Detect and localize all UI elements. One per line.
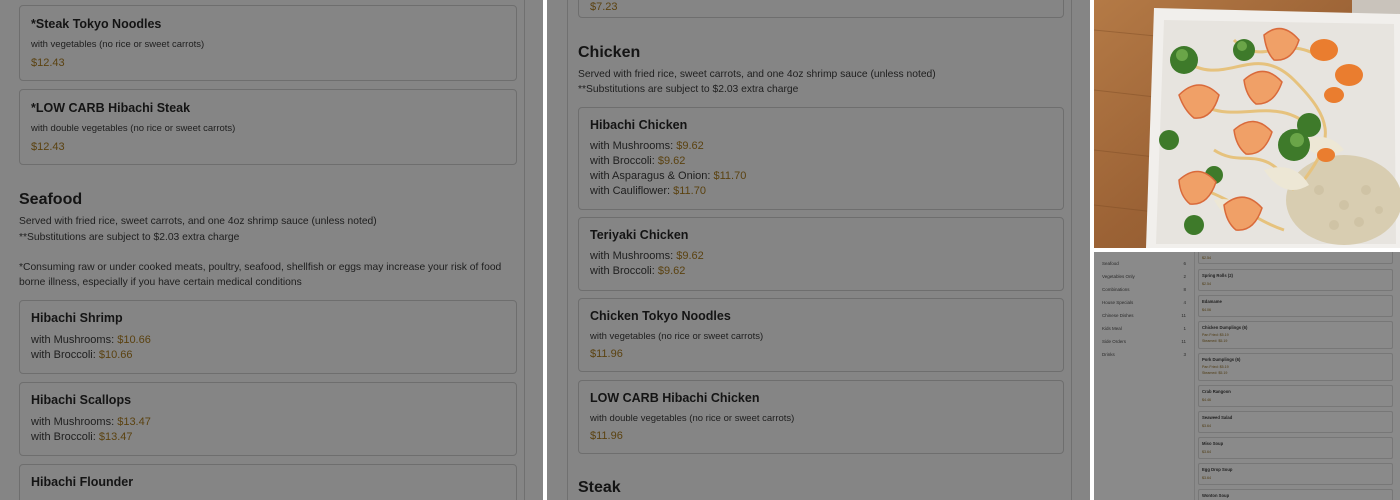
item-price: $12.43 [31, 57, 65, 69]
thumb-item-price: $2.54 [1202, 256, 1211, 260]
section-note: Served with fried rice, sweet carrots, a… [19, 216, 377, 227]
thumb-menu-card[interactable]: Spring Rolls (2) $2.54 [1198, 269, 1393, 291]
panel-divider [567, 0, 568, 500]
item-title: Hibachi Chicken [590, 118, 688, 132]
menu-panel-left: *Steak Tokyo Noodles with vegetables (no… [0, 0, 543, 500]
sidebar-item-vegetables-only[interactable]: Vegetables Only 2 [1102, 274, 1186, 279]
item-option: with Mushrooms: $10.66 [31, 334, 151, 346]
thumb-item-price: $3.64 [1202, 424, 1211, 428]
thumb-item-price: $4.06 [1202, 308, 1211, 312]
thumb-item-title: Wonton Soup [1202, 493, 1230, 498]
item-description: with vegetables (no rice or sweet carrot… [31, 39, 205, 50]
sidebar-item-kids-meal[interactable]: Kids Meal 1 [1102, 326, 1186, 331]
item-description: with double vegetables (no rice or sweet… [31, 123, 236, 134]
hibachi-shrimp-photo [1094, 0, 1400, 248]
menu-item-card[interactable]: *Steak Tokyo Noodles with vegetables (no… [19, 5, 517, 81]
thumb-item-option: Steamed: $5.19 [1202, 339, 1228, 343]
menu-item-card[interactable]: LOW CARB Hibachi Chicken with double veg… [578, 380, 1064, 454]
item-price: $7.23 [590, 1, 618, 13]
thumb-item-title: Crab Rangoon [1202, 389, 1231, 394]
item-option: with Broccoli: $10.66 [31, 349, 133, 361]
sidebar-item-seafood[interactable]: Seafood 6 [1102, 261, 1186, 266]
item-option: with Mushrooms: $9.62 [590, 140, 704, 152]
thumb-item-title: Chicken Dumplings (6) [1202, 325, 1248, 330]
item-option: with Mushrooms: $9.62 [590, 250, 704, 262]
thumb-item-price: $3.64 [1202, 450, 1211, 454]
section-heading-seafood: Seafood [19, 191, 83, 208]
thumb-menu-card[interactable]: Chicken Dumplings (6) Pan Fried: $5.19 S… [1198, 321, 1393, 349]
thumb-item-title: Edamame [1202, 299, 1222, 304]
thumb-item-option: Steamed: $5.19 [1202, 371, 1228, 375]
item-price: $11.96 [590, 430, 623, 442]
thumb-item-title: Seaweed Salad [1202, 415, 1233, 420]
menu-item-card[interactable]: Hibachi Scallops with Mushrooms: $13.47 … [19, 382, 517, 456]
item-option: with Broccoli: $9.62 [590, 155, 686, 167]
section-heading-chicken: Chicken [578, 44, 641, 61]
item-option: with Broccoli: $9.62 [590, 265, 686, 277]
thumb-menu-card[interactable]: Miso Soup $3.64 [1198, 437, 1393, 459]
thumb-menu-card[interactable]: Crab Rangoon $4.46 [1198, 385, 1393, 407]
section-note: Served with fried rice, sweet carrots, a… [578, 69, 936, 80]
sidebar-divider [1194, 252, 1195, 500]
thumb-item-price: $2.54 [1202, 282, 1211, 286]
sidebar-item-side-orders[interactable]: Side Orders 11 [1102, 339, 1186, 344]
sidebar-item-drinks[interactable]: Drinks 3 [1102, 352, 1186, 357]
item-option: with Asparagus & Onion: $11.70 [590, 170, 747, 182]
menu-item-card[interactable]: Chicken Tokyo Noodles with vegetables (n… [578, 298, 1064, 372]
section-note: **Substitutions are subject to $2.03 ext… [578, 84, 799, 95]
menu-panel-middle: $7.23 Chicken Served with fried rice, sw… [547, 0, 1090, 500]
thumb-menu-card[interactable]: $2.54 [1198, 252, 1393, 264]
menu-item-card[interactable]: Hibachi Chicken with Mushrooms: $9.62 wi… [578, 107, 1064, 210]
thumb-menu-card[interactable]: Egg Drop Soup $3.64 [1198, 463, 1393, 485]
section-note: **Substitutions are subject to $2.03 ext… [19, 232, 240, 243]
thumb-item-title: Spring Rolls (2) [1202, 273, 1233, 278]
item-option: with Cauliflower: $11.70 [590, 185, 706, 197]
thumb-item-option: Pan Fried: $5.19 [1202, 333, 1229, 337]
menu-item-card[interactable]: Hibachi Shrimp with Mushrooms: $10.66 wi… [19, 300, 517, 374]
menu-thumbnail-panel: Seafood 6 Vegetables Only 2 Combinations 8 … [1094, 252, 1400, 500]
thumb-menu-card[interactable]: Pork Dumplings (6) Pan Fried: $5.19 Stea… [1198, 353, 1393, 381]
sidebar-item-chinese-dishes[interactable]: Chinese Dishes 11 [1102, 313, 1186, 318]
thumb-item-price: $4.46 [1202, 398, 1211, 402]
item-price: $12.43 [31, 141, 65, 153]
thumb-menu-card[interactable]: Seaweed Salad $3.64 [1198, 411, 1393, 433]
menu-item-card[interactable]: Teriyaki Chicken with Mushrooms: $9.62 w… [578, 217, 1064, 291]
menu-item-card[interactable]: Hibachi Flounder [19, 464, 517, 500]
item-description: with double vegetables (no rice or sweet… [590, 413, 795, 424]
item-description: with vegetables (no rice or sweet carrot… [590, 331, 764, 342]
thumb-item-option: Pan Fried: $5.19 [1202, 365, 1229, 369]
thumb-item-title: Egg Drop Soup [1202, 467, 1233, 472]
item-title: Hibachi Flounder [31, 475, 134, 489]
thumb-menu-card[interactable]: Edamame $4.06 [1198, 295, 1393, 317]
item-title: Hibachi Shrimp [31, 311, 123, 325]
thumb-menu-card[interactable]: Wonton Soup [1198, 489, 1393, 500]
thumb-item-title: Miso Soup [1202, 441, 1224, 446]
item-option: with Mushrooms: $13.47 [31, 416, 151, 428]
menu-item-card[interactable]: $7.23 [578, 0, 1064, 18]
section-heading-steak: Steak [578, 479, 621, 496]
thumb-item-price: $3.64 [1202, 476, 1211, 480]
item-title: *LOW CARB Hibachi Steak [31, 101, 191, 115]
health-advisory: *Consuming raw or under cooked meats, po… [19, 262, 502, 288]
thumb-item-title: Pork Dumplings (6) [1202, 357, 1241, 362]
panel-divider [524, 0, 525, 500]
item-title: *Steak Tokyo Noodles [31, 17, 162, 31]
item-price: $11.96 [590, 348, 623, 360]
item-title: Teriyaki Chicken [590, 228, 689, 242]
item-title: Hibachi Scallops [31, 393, 132, 407]
menu-item-card[interactable]: *LOW CARB Hibachi Steak with double vege… [19, 89, 517, 165]
item-title: LOW CARB Hibachi Chicken [590, 391, 760, 405]
sidebar-item-house-specials[interactable]: House Specials 4 [1102, 300, 1186, 305]
sidebar-item-combinations[interactable]: Combinations 8 [1102, 287, 1186, 292]
item-title: Chicken Tokyo Noodles [590, 309, 731, 323]
food-photo-panel [1094, 0, 1400, 248]
item-option: with Broccoli: $13.47 [31, 431, 133, 443]
